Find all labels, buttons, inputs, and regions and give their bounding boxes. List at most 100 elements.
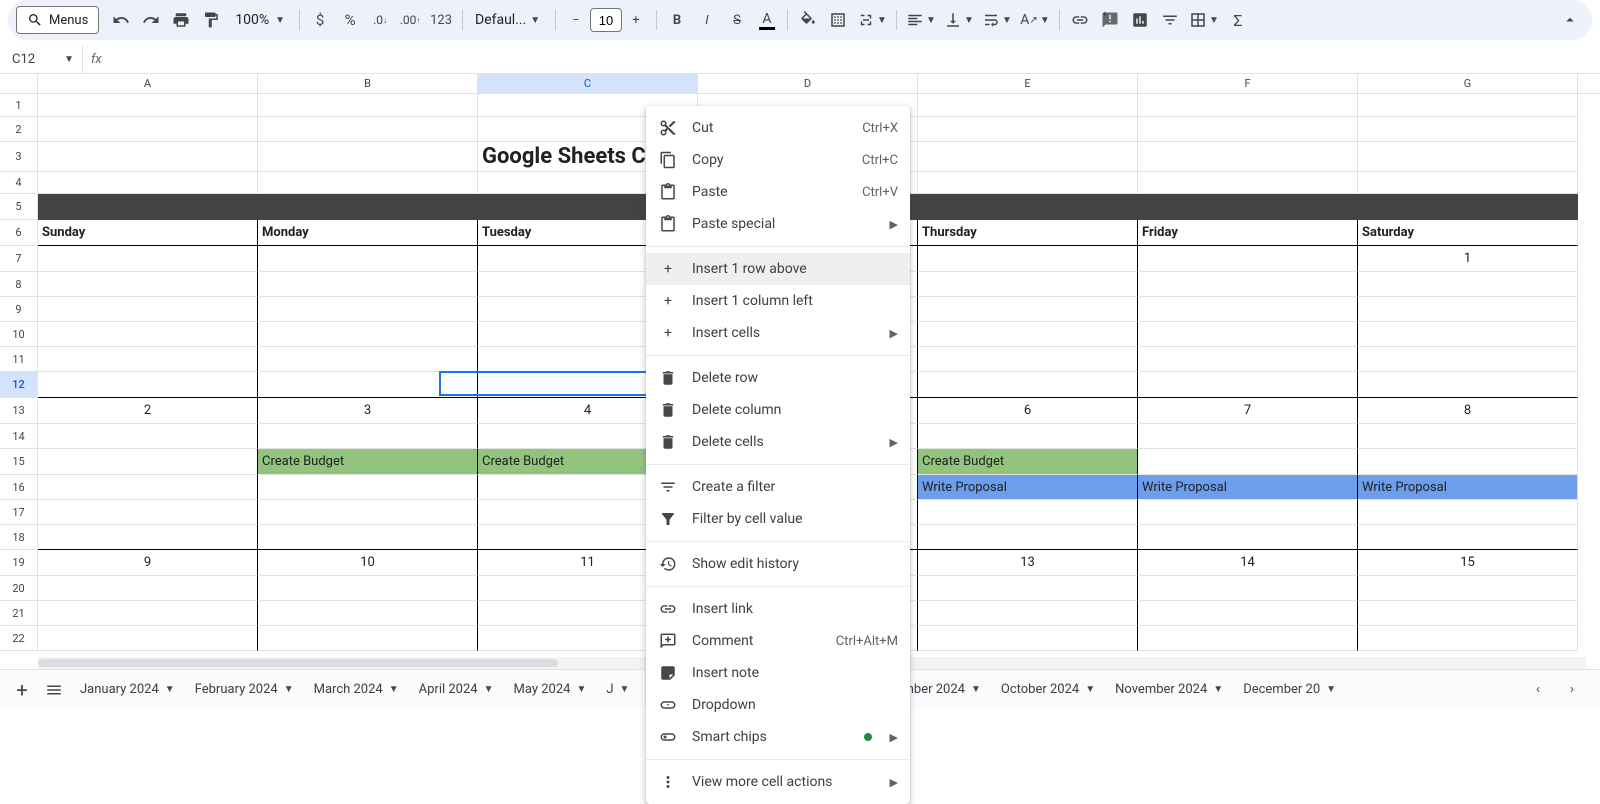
cell[interactable]	[1138, 297, 1358, 322]
cell[interactable]	[1358, 424, 1578, 449]
undo-button[interactable]	[107, 6, 135, 34]
row-header[interactable]: 17	[0, 500, 37, 525]
halign-button[interactable]: ▼	[903, 6, 939, 34]
cell[interactable]: 2	[38, 398, 258, 424]
cell[interactable]	[1138, 347, 1358, 372]
comment-button[interactable]	[1096, 6, 1124, 34]
increase-decimal-button[interactable]: .00↑	[396, 6, 424, 34]
rotate-button[interactable]: A↗▼	[1017, 6, 1053, 34]
scrollbar-thumb[interactable]	[38, 659, 558, 667]
select-all-corner[interactable]	[0, 74, 38, 94]
cell[interactable]	[38, 322, 258, 347]
cell[interactable]	[1138, 576, 1358, 601]
cell[interactable]	[1358, 449, 1578, 475]
decrease-decimal-button[interactable]: .0↓	[366, 6, 394, 34]
cell[interactable]	[1358, 525, 1578, 550]
cm-insert-note[interactable]: Insert note	[646, 657, 910, 689]
cell[interactable]	[1358, 601, 1578, 626]
cell[interactable]	[1358, 576, 1578, 601]
cm-copy[interactable]: Copy Ctrl+C	[646, 144, 910, 176]
row-header[interactable]: 1	[0, 94, 37, 117]
cell[interactable]	[38, 347, 258, 372]
cell[interactable]: 6	[918, 398, 1138, 424]
cell[interactable]: Write Proposal	[918, 475, 1138, 500]
cell[interactable]	[1138, 94, 1358, 117]
column-header[interactable]: D	[698, 74, 918, 93]
table-chip-button[interactable]: ▼	[1186, 6, 1222, 34]
cm-smart-chips[interactable]: Smart chips ▶	[646, 721, 910, 753]
cell[interactable]: Write Proposal	[1138, 475, 1358, 500]
cm-dropdown[interactable]: Dropdown	[646, 689, 910, 721]
row-header[interactable]: 4	[0, 172, 37, 194]
cell[interactable]	[918, 347, 1138, 372]
cell[interactable]	[38, 626, 258, 651]
cell[interactable]	[1138, 372, 1358, 398]
cell[interactable]	[258, 142, 478, 172]
italic-button[interactable]: I	[693, 6, 721, 34]
row-header[interactable]: 20	[0, 576, 37, 601]
cell[interactable]	[1138, 272, 1358, 297]
cell[interactable]	[258, 347, 478, 372]
sheet-tab[interactable]: March 2024▼	[304, 672, 409, 708]
text-color-button[interactable]: A	[753, 6, 781, 34]
cell[interactable]	[38, 142, 258, 172]
row-header[interactable]: 18	[0, 525, 37, 550]
cell[interactable]	[1358, 297, 1578, 322]
cell[interactable]	[258, 626, 478, 651]
increase-fontsize-button[interactable]: +	[622, 6, 650, 34]
cell[interactable]	[1138, 424, 1358, 449]
cell[interactable]	[38, 117, 258, 142]
cm-delete-cells[interactable]: Delete cells ▶	[646, 426, 910, 458]
cell[interactable]	[1358, 94, 1578, 117]
cell[interactable]	[1358, 172, 1578, 194]
cm-insert-link[interactable]: Insert link	[646, 593, 910, 625]
cm-paste-special[interactable]: Paste special ▶	[646, 208, 910, 240]
cell[interactable]: Monday	[258, 220, 478, 246]
row-header[interactable]: 16	[0, 475, 37, 500]
wrap-button[interactable]: ▼	[979, 6, 1015, 34]
row-header[interactable]: 22	[0, 626, 37, 651]
cell[interactable]: 8	[1358, 398, 1578, 424]
cm-edit-history[interactable]: Show edit history	[646, 548, 910, 580]
column-header[interactable]: F	[1138, 74, 1358, 93]
cm-more-actions[interactable]: View more cell actions ▶	[646, 766, 910, 798]
cm-create-filter[interactable]: Create a filter	[646, 471, 910, 503]
cm-filter-cell[interactable]: Filter by cell value	[646, 503, 910, 535]
cell[interactable]	[258, 475, 478, 500]
zoom-select[interactable]: 100%▼	[227, 12, 293, 28]
cell[interactable]	[918, 525, 1138, 550]
column-header[interactable]: E	[918, 74, 1138, 93]
cell[interactable]	[38, 297, 258, 322]
cell[interactable]	[1358, 142, 1578, 172]
cell[interactable]	[918, 142, 1138, 172]
row-header[interactable]: 2	[0, 117, 37, 142]
cell[interactable]: Sunday	[38, 220, 258, 246]
cell[interactable]	[1358, 372, 1578, 398]
cell[interactable]	[918, 172, 1138, 194]
cell[interactable]	[1358, 500, 1578, 525]
cell[interactable]	[38, 94, 258, 117]
cell[interactable]	[38, 172, 258, 194]
cm-insert-row[interactable]: + Insert 1 row above	[646, 253, 910, 285]
cell[interactable]	[258, 372, 478, 398]
borders-button[interactable]	[824, 6, 852, 34]
cell[interactable]: 1	[1358, 246, 1578, 272]
row-header[interactable]: 12	[0, 372, 37, 398]
cell[interactable]	[1358, 347, 1578, 372]
cell[interactable]: 14	[1138, 550, 1358, 576]
cell[interactable]	[38, 576, 258, 601]
cell[interactable]	[918, 322, 1138, 347]
redo-button[interactable]	[137, 6, 165, 34]
cell[interactable]	[38, 601, 258, 626]
row-header[interactable]: 3	[0, 142, 37, 172]
cell[interactable]	[258, 500, 478, 525]
row-header[interactable]: 7	[0, 246, 37, 272]
cell[interactable]: 10	[258, 550, 478, 576]
cell[interactable]	[918, 500, 1138, 525]
cm-delete-col[interactable]: Delete column	[646, 394, 910, 426]
cm-comment[interactable]: Comment Ctrl+Alt+M	[646, 625, 910, 657]
sheet-tab[interactable]: May 2024▼	[504, 672, 597, 708]
cell[interactable]	[918, 117, 1138, 142]
cell[interactable]	[258, 194, 478, 220]
cell[interactable]	[258, 94, 478, 117]
